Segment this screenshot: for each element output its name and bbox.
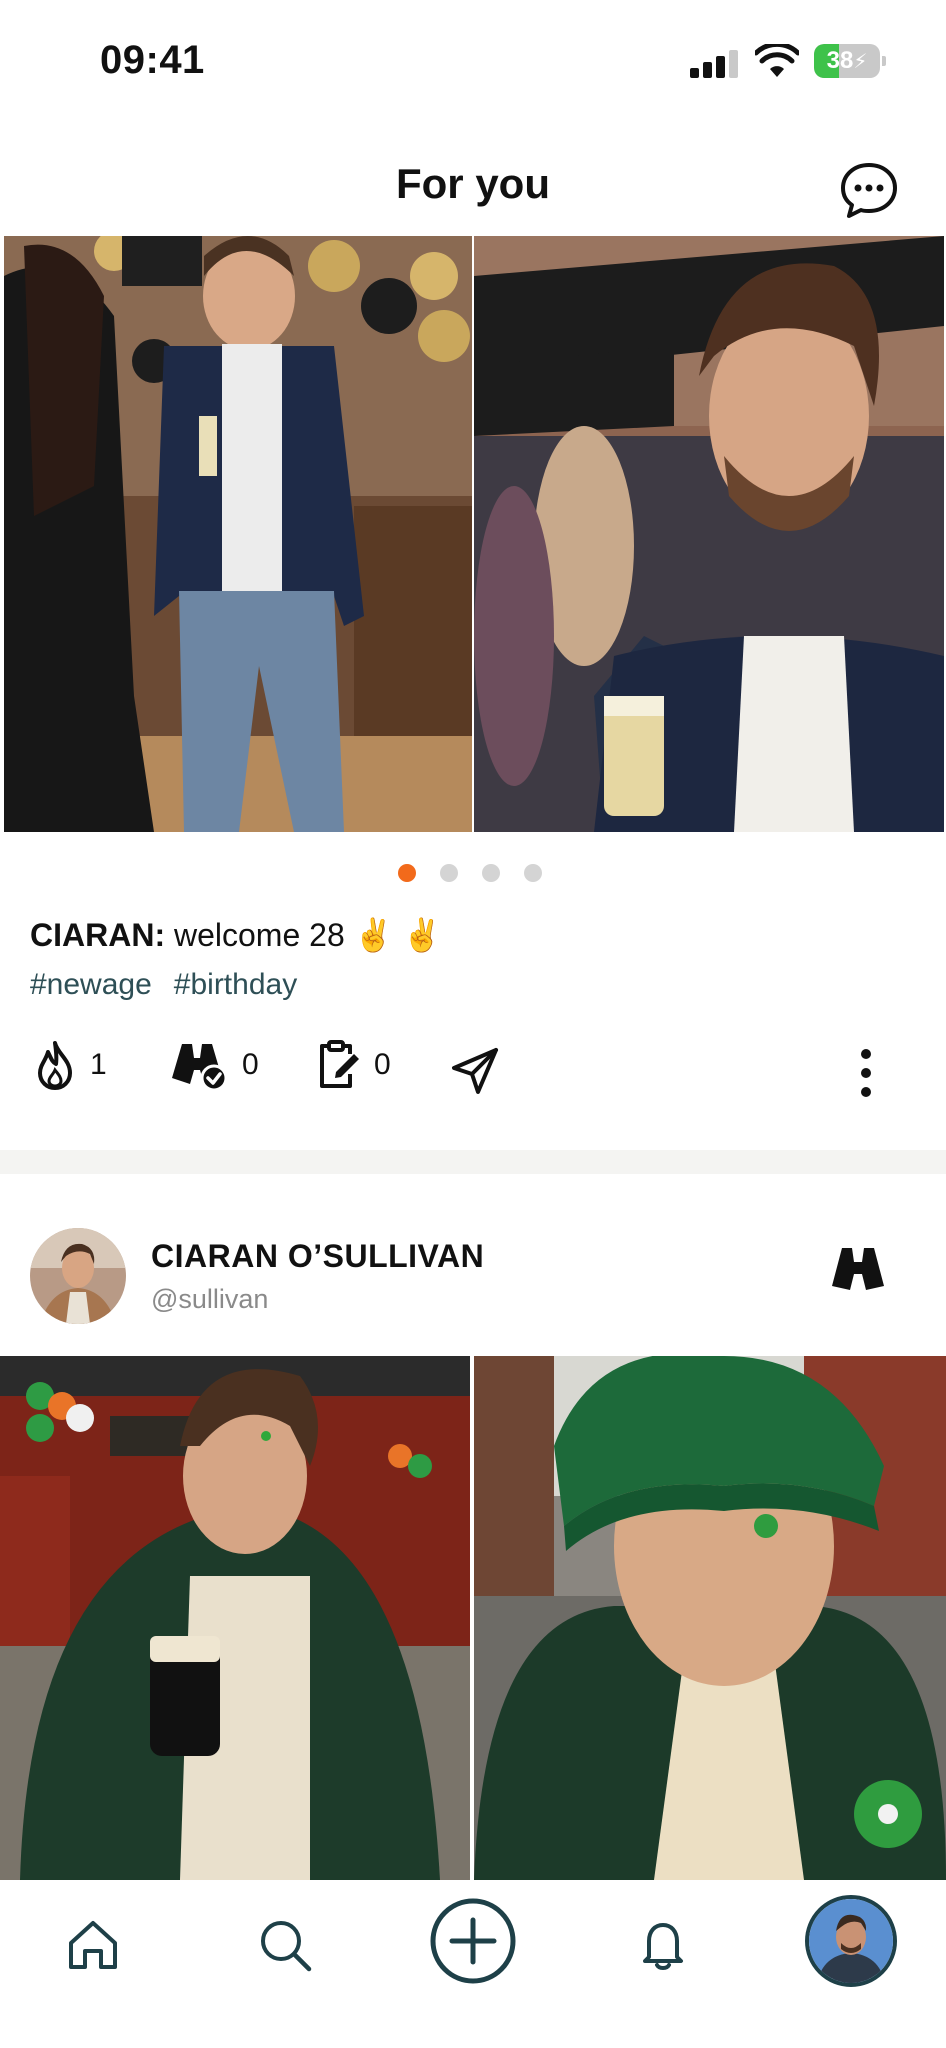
bottom-navigation (0, 1880, 946, 2048)
nav-notifications[interactable] (628, 1910, 698, 1980)
pager-dot[interactable] (398, 864, 416, 882)
create-post-icon (430, 1898, 516, 1984)
nav-search[interactable] (250, 1910, 320, 1980)
flame-icon (38, 1041, 72, 1090)
post-actions: 1 0 0 (30, 1040, 916, 1104)
flame-count: 1 (90, 1048, 107, 1081)
post-photo-beanie-closeup[interactable] (474, 1356, 946, 1880)
clipboard-action[interactable]: 0 (316, 1040, 391, 1090)
caption-author: CIARAN: (30, 917, 166, 953)
pager-dot[interactable] (524, 864, 542, 882)
clipboard-edit-icon (320, 1040, 359, 1088)
home-icon (69, 1921, 117, 1969)
binoculars-action[interactable]: 0 (168, 1040, 259, 1090)
wifi-icon (755, 44, 799, 77)
clipboard-count: 0 (374, 1048, 391, 1081)
more-vertical-icon[interactable] (856, 1048, 876, 1098)
page-title: For you (396, 160, 550, 207)
post-photo-pub-street[interactable] (0, 1356, 470, 1880)
hashtag-link[interactable]: #newage (30, 968, 152, 1002)
binoculars-count: 0 (242, 1048, 259, 1081)
chat-bubble-dots-icon[interactable] (838, 160, 900, 222)
post-author-row[interactable]: CIARAN O’SULLIVAN @sullivan (30, 1228, 916, 1328)
nav-create[interactable] (428, 1896, 518, 1986)
binoculars-icon[interactable] (830, 1244, 886, 1294)
hashtag-list: #newage #birthday (30, 968, 297, 1002)
profile-avatar (805, 1895, 897, 1987)
status-bar: 09:41 38 ⚡ (0, 0, 946, 120)
author-name[interactable]: CIARAN O’SULLIVAN (151, 1238, 484, 1275)
nav-home[interactable] (58, 1910, 128, 1980)
battery-tip (882, 56, 886, 66)
pager-dot[interactable] (482, 864, 500, 882)
author-avatar[interactable] (30, 1228, 126, 1324)
post-photo-party-closeup[interactable] (474, 236, 944, 832)
battery-charging-icon: 38 ⚡ (814, 44, 880, 78)
flame-action[interactable]: 1 (34, 1040, 107, 1090)
cellular-signal-icon (690, 48, 740, 78)
search-icon (261, 1921, 312, 1972)
send-icon[interactable] (450, 1046, 500, 1096)
pager-dot[interactable] (440, 864, 458, 882)
nav-profile[interactable] (804, 1894, 898, 1988)
post-caption: CIARAN: welcome 28 ✌️ ✌️ (30, 916, 442, 954)
hashtag-link[interactable]: #birthday (174, 968, 297, 1002)
post-separator (0, 1150, 946, 1174)
carousel-pager (398, 864, 542, 882)
notifications-bell-icon (643, 1923, 683, 1970)
status-time: 09:41 (100, 38, 205, 82)
caption-text: welcome 28 ✌️ ✌️ (173, 917, 443, 953)
battery-level: 38 (826, 47, 854, 74)
binoculars-check-icon (172, 1044, 228, 1090)
author-handle[interactable]: @sullivan (151, 1284, 268, 1315)
post-photo-party-full[interactable] (4, 236, 472, 832)
